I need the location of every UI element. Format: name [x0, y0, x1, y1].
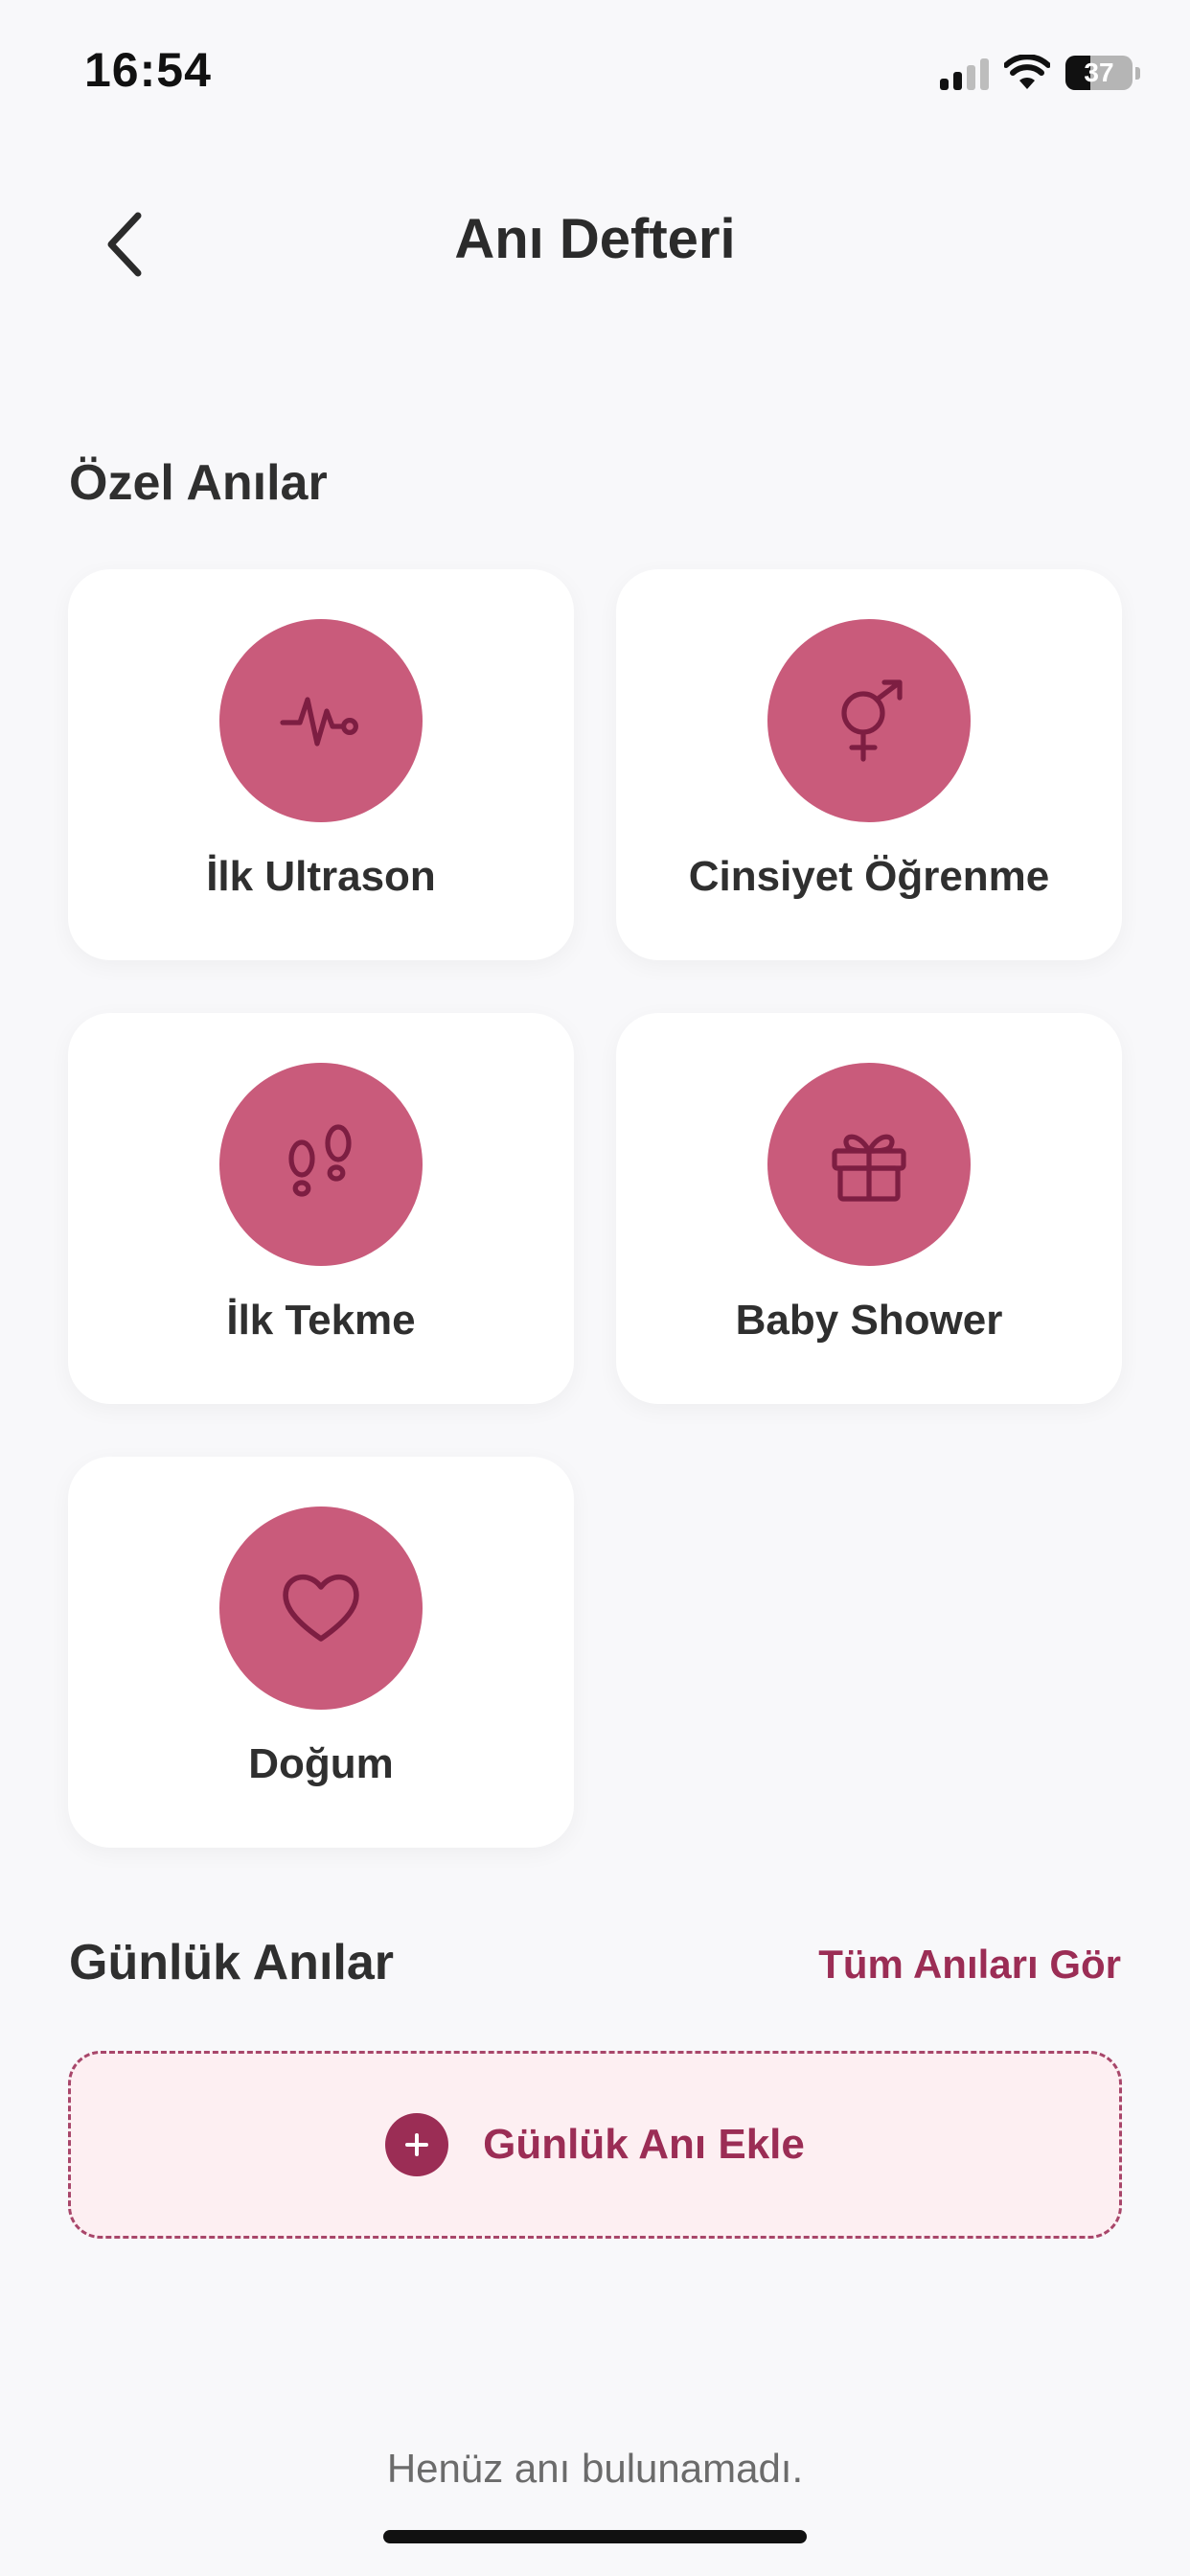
heartbeat-icon [280, 697, 358, 747]
icon-circle [219, 1063, 423, 1266]
special-memories-title: Özel Anılar [69, 455, 328, 511]
status-icons: 37 [940, 50, 1140, 96]
daily-memories-title: Günlük Anılar [69, 1935, 394, 1990]
status-time: 16:54 [84, 43, 212, 97]
home-indicator [383, 2530, 807, 2543]
cellular-signal-icon [940, 56, 989, 90]
wifi-icon [1004, 55, 1050, 89]
icon-circle [767, 1063, 971, 1266]
memory-card-baby-shower[interactable]: Baby Shower [616, 1013, 1122, 1404]
add-daily-memory-button[interactable]: Günlük Anı Ekle [68, 2051, 1122, 2239]
battery-icon: 37 [1065, 56, 1133, 90]
footprints-icon [288, 1124, 352, 1197]
icon-circle [219, 619, 423, 822]
heart-icon [283, 1574, 359, 1642]
card-label: Baby Shower [735, 1297, 1003, 1344]
icon-circle [767, 619, 971, 822]
battery-level: 37 [1084, 58, 1114, 87]
empty-state-message: Henüz anı bulunamadı. [386, 2446, 804, 2491]
battery-tip [1135, 66, 1140, 80]
plus-circle-icon [385, 2113, 449, 2176]
card-label: Cinsiyet Öğrenme [688, 853, 1050, 900]
memory-card-birth[interactable]: Doğum [68, 1457, 574, 1848]
card-label: İlk Ultrason [206, 853, 436, 900]
card-label: Doğum [248, 1740, 394, 1787]
memory-card-first-ultrasound[interactable]: İlk Ultrason [68, 569, 574, 960]
memory-card-gender-reveal[interactable]: Cinsiyet Öğrenme [616, 569, 1122, 960]
see-all-memories-link[interactable]: Tüm Anıları Gör [818, 1942, 1121, 1988]
icon-circle [219, 1506, 423, 1710]
card-label: İlk Tekme [226, 1297, 416, 1344]
add-daily-memory-label: Günlük Anı Ekle [483, 2121, 805, 2168]
status-bar: 16:54 37 [0, 0, 1190, 144]
memory-card-first-kick[interactable]: İlk Tekme [68, 1013, 574, 1404]
plus-icon [405, 2133, 429, 2156]
page-title: Anı Defteri [454, 208, 736, 270]
gender-symbol-icon [841, 679, 903, 762]
gift-icon [832, 1134, 906, 1202]
